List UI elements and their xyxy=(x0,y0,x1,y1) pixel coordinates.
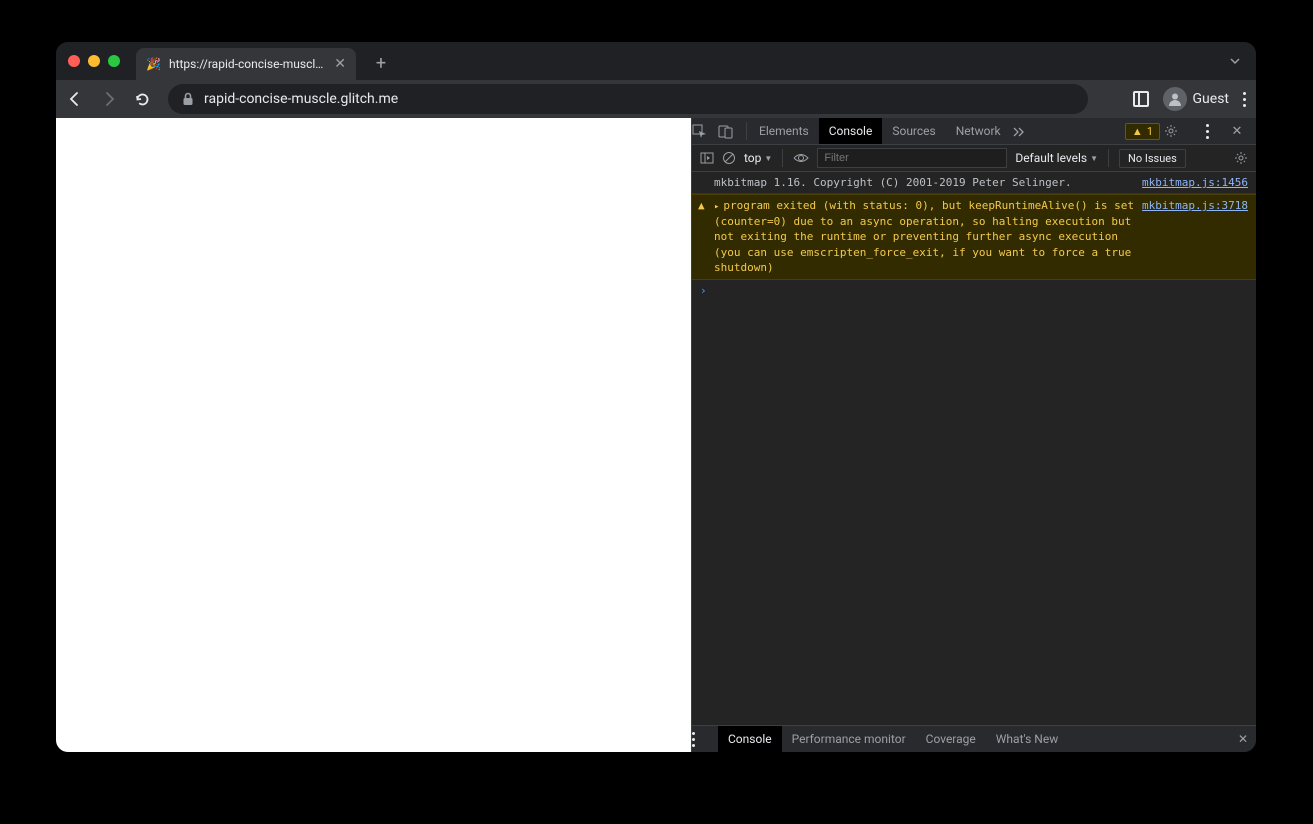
warnings-badge[interactable]: ▲ 1 xyxy=(1125,123,1160,140)
drawer-tab-performance-monitor[interactable]: Performance monitor xyxy=(782,726,916,752)
forward-button[interactable] xyxy=(100,90,124,108)
devtools-menu-icon[interactable] xyxy=(1194,124,1220,139)
tab-network[interactable]: Network xyxy=(946,118,1011,144)
console-output: mkbitmap 1.16. Copyright (C) 2001-2019 P… xyxy=(692,172,1256,725)
log-message: ▸program exited (with status: 0), but ke… xyxy=(714,198,1142,275)
console-filter-input[interactable] xyxy=(817,148,1007,168)
minimize-window-button[interactable] xyxy=(88,55,100,67)
browser-window: 🎉 https://rapid-concise-muscle.g ✕ + rap… xyxy=(56,42,1256,752)
console-sidebar-toggle-icon[interactable] xyxy=(700,151,714,165)
log-message: mkbitmap 1.16. Copyright (C) 2001-2019 P… xyxy=(714,175,1142,190)
close-drawer-button[interactable]: ✕ xyxy=(1238,732,1256,746)
tab-favicon-icon: 🎉 xyxy=(146,57,161,71)
content-area: Elements Console Sources Network ▲ 1 xyxy=(56,118,1256,752)
execution-context-selector[interactable]: top ▼ xyxy=(744,151,772,165)
drawer-tab-coverage[interactable]: Coverage xyxy=(916,726,986,752)
issues-button[interactable]: No Issues xyxy=(1119,149,1186,168)
clear-console-icon[interactable] xyxy=(722,151,736,165)
device-toolbar-icon[interactable] xyxy=(718,124,744,139)
console-settings-icon[interactable] xyxy=(1234,151,1248,165)
drawer-tab-whats-new[interactable]: What's New xyxy=(986,726,1068,752)
devtools-header: Elements Console Sources Network ▲ 1 xyxy=(692,118,1256,145)
reload-button[interactable] xyxy=(134,91,158,108)
page-viewport[interactable] xyxy=(56,118,691,752)
window-controls xyxy=(68,55,120,67)
back-button[interactable] xyxy=(66,90,90,108)
url-text: rapid-concise-muscle.glitch.me xyxy=(204,91,398,107)
chevron-down-icon[interactable] xyxy=(1228,54,1242,68)
close-window-button[interactable] xyxy=(68,55,80,67)
console-log-entry[interactable]: mkbitmap 1.16. Copyright (C) 2001-2019 P… xyxy=(692,172,1256,194)
warning-icon: ▲ xyxy=(698,198,714,275)
lock-icon xyxy=(182,92,194,106)
devtools-panel: Elements Console Sources Network ▲ 1 xyxy=(691,118,1256,752)
profile-chip[interactable]: Guest xyxy=(1163,87,1229,111)
close-devtools-button[interactable]: ✕ xyxy=(1224,124,1250,139)
inspect-element-icon[interactable] xyxy=(692,124,718,139)
maximize-window-button[interactable] xyxy=(108,55,120,67)
tab-title: https://rapid-concise-muscle.g xyxy=(169,57,326,71)
drawer-tab-console[interactable]: Console xyxy=(718,726,782,752)
warning-count: 1 xyxy=(1147,125,1153,138)
console-controls: top ▼ Default levels ▼ No Issues xyxy=(692,145,1256,172)
log-levels-selector[interactable]: Default levels ▼ xyxy=(1015,151,1098,165)
console-warning-entry[interactable]: ▲ ▸program exited (with status: 0), but … xyxy=(692,194,1256,279)
expand-icon[interactable]: ▸ xyxy=(714,202,719,212)
close-tab-button[interactable]: ✕ xyxy=(334,56,346,72)
address-bar[interactable]: rapid-concise-muscle.glitch.me xyxy=(168,84,1088,114)
log-source-link[interactable]: mkbitmap.js:3718 xyxy=(1142,198,1248,275)
settings-icon[interactable] xyxy=(1164,124,1190,138)
new-tab-button[interactable]: + xyxy=(368,50,394,76)
avatar-icon xyxy=(1163,87,1187,111)
live-expression-icon[interactable] xyxy=(793,152,809,164)
tab-console[interactable]: Console xyxy=(819,118,883,144)
more-tabs-icon[interactable] xyxy=(1011,124,1037,138)
tab-bar: 🎉 https://rapid-concise-muscle.g ✕ + xyxy=(56,42,1256,80)
browser-tab[interactable]: 🎉 https://rapid-concise-muscle.g ✕ xyxy=(136,48,356,80)
drawer-menu-icon[interactable] xyxy=(692,732,718,747)
tab-sources[interactable]: Sources xyxy=(882,118,945,144)
panel-toggle-icon[interactable] xyxy=(1133,91,1149,107)
log-source-link[interactable]: mkbitmap.js:1456 xyxy=(1142,175,1248,190)
browser-menu-button[interactable] xyxy=(1243,92,1246,107)
warning-icon: ▲ xyxy=(1132,125,1143,138)
devtools-drawer: Console Performance monitor Coverage Wha… xyxy=(692,725,1256,752)
console-prompt[interactable]: › xyxy=(692,280,1256,301)
toolbar: rapid-concise-muscle.glitch.me Guest xyxy=(56,80,1256,118)
tab-elements[interactable]: Elements xyxy=(749,118,819,144)
profile-label: Guest xyxy=(1193,91,1229,107)
